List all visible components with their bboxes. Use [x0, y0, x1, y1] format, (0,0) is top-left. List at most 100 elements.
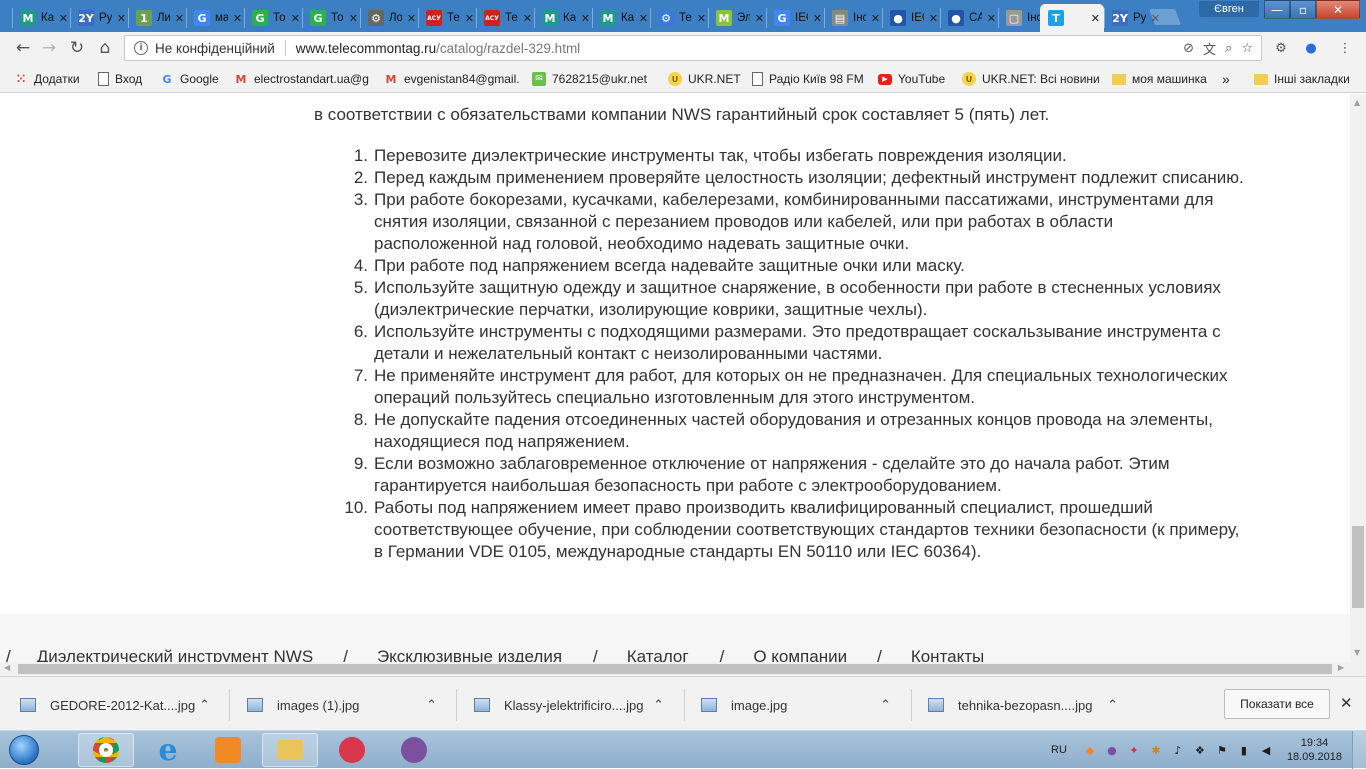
address-bar[interactable]: i Не конфіденційний www.telecommontag.ru…: [124, 35, 1262, 61]
tab-close-icon[interactable]: ✕: [1091, 12, 1100, 25]
taskbar-file-explorer[interactable]: [262, 733, 318, 767]
tab[interactable]: ▤ Інс ✕: [824, 4, 884, 32]
tab[interactable]: M Как ✕: [534, 4, 594, 32]
tab-close-icon[interactable]: ✕: [175, 12, 184, 25]
scroll-right-arrow-icon[interactable]: ▶: [1338, 663, 1344, 672]
download-options-caret-icon[interactable]: ⌃: [199, 698, 210, 713]
extension-dot-icon[interactable]: ●: [1302, 39, 1320, 57]
tab-close-icon[interactable]: ✕: [233, 12, 242, 25]
url-path[interactable]: /catalog/razdel-329.html: [436, 41, 580, 56]
tab[interactable]: G IEC ✕: [766, 4, 826, 32]
taskbar-media-player[interactable]: [200, 733, 256, 767]
tab[interactable]: G Тон ✕: [244, 4, 304, 32]
bookmark-vkhod[interactable]: Вход: [98, 70, 142, 88]
tab-close-icon[interactable]: ✕: [639, 12, 648, 25]
tab-close-icon[interactable]: ✕: [755, 12, 764, 25]
zoom-icon[interactable]: ⌕: [1225, 41, 1232, 56]
bookmark-google[interactable]: G Google: [160, 70, 218, 88]
horizontal-scrollbar[interactable]: ◀ ▶: [0, 662, 1350, 676]
volume-icon[interactable]: ♪: [1171, 743, 1185, 757]
tray-app-icon[interactable]: ✱: [1149, 743, 1163, 757]
bookmark-other[interactable]: Інші закладки: [1254, 70, 1350, 88]
tab[interactable]: ● IEC ✕: [882, 4, 942, 32]
clock[interactable]: 19:34 18.09.2018: [1287, 736, 1342, 764]
bookmark-ukr-net-news[interactable]: U UKR.NET: Всі новини: [962, 70, 1100, 88]
download-item[interactable]: tehnika-bezopasn....jpg ⌃: [908, 691, 1118, 719]
tab-close-icon[interactable]: ✕: [871, 12, 880, 25]
taskbar-internet-explorer[interactable]: e: [140, 733, 196, 768]
network-icon[interactable]: ▮: [1237, 743, 1251, 757]
tab-close-icon[interactable]: ✕: [581, 12, 590, 25]
tab[interactable]: G Тон ✕: [302, 4, 362, 32]
close-downloads-icon[interactable]: ✕: [1340, 694, 1353, 712]
scroll-left-arrow-icon[interactable]: ◀: [4, 663, 10, 672]
taskbar-chrome[interactable]: [78, 733, 134, 767]
bookmark-folder-moya-mashinka[interactable]: моя машинка: [1112, 70, 1207, 88]
download-options-caret-icon[interactable]: ⌃: [880, 698, 891, 713]
minimize-button[interactable]: —: [1264, 0, 1290, 19]
download-item[interactable]: Klassy-jelektrificiro....jpg ⌃: [454, 691, 664, 719]
taskbar-viber[interactable]: [386, 733, 442, 767]
tab[interactable]: M Эле ✕: [708, 4, 768, 32]
scroll-down-arrow-icon[interactable]: ▼: [1354, 648, 1360, 657]
scroll-up-arrow-icon[interactable]: ▲: [1354, 98, 1360, 107]
show-all-downloads-button[interactable]: Показати все: [1224, 689, 1330, 719]
bookmark-evgenistan[interactable]: M evgenistan84@gmail.: [384, 70, 520, 88]
tab[interactable]: АСУ Тех ✕: [418, 4, 478, 32]
taskbar-lips-app[interactable]: [324, 733, 380, 767]
tab[interactable]: ● CAT ✕: [940, 4, 1000, 32]
show-desktop-button[interactable]: [1352, 731, 1366, 769]
tab[interactable]: 1 Лис ✕: [128, 4, 188, 32]
tab-close-icon[interactable]: ✕: [697, 12, 706, 25]
tab-close-icon[interactable]: ✕: [987, 12, 996, 25]
vertical-scroll-thumb[interactable]: [1352, 526, 1364, 608]
horizontal-scroll-thumb[interactable]: [18, 664, 1332, 674]
tab[interactable]: Gма ✕: [186, 4, 246, 32]
tab[interactable]: M Как ✕: [12, 4, 72, 32]
language-indicator[interactable]: RU: [1051, 744, 1067, 756]
tab-close-icon[interactable]: ✕: [291, 12, 300, 25]
bookmarks-overflow-button[interactable]: »: [1222, 70, 1230, 88]
close-window-button[interactable]: ✕: [1316, 0, 1360, 19]
back-button[interactable]: ←: [12, 37, 34, 59]
tab-close-icon[interactable]: ✕: [349, 12, 358, 25]
vertical-scrollbar[interactable]: ▲ ▼: [1350, 94, 1366, 676]
bookmark-youtube[interactable]: ▶ YouTube: [878, 70, 945, 88]
maximize-button[interactable]: ▫: [1290, 0, 1316, 19]
menu-icon[interactable]: ⋮: [1336, 39, 1354, 57]
info-icon[interactable]: i: [134, 41, 148, 55]
extension-gear-icon[interactable]: ⚙: [1272, 39, 1290, 57]
download-options-caret-icon[interactable]: ⌃: [426, 698, 437, 713]
translate-icon[interactable]: 文: [1203, 39, 1216, 58]
forward-button[interactable]: →: [38, 37, 60, 59]
volume-speaker-icon[interactable]: ◀: [1259, 743, 1273, 757]
tab-close-icon[interactable]: ✕: [813, 12, 822, 25]
download-item[interactable]: GEDORE-2012-Kat....jpg ⌃: [0, 691, 210, 719]
home-button[interactable]: ⌂: [94, 37, 116, 59]
download-item[interactable]: images (1).jpg ⌃: [227, 691, 437, 719]
tab[interactable]: ⚙ Лог ✕: [360, 4, 420, 32]
download-options-caret-icon[interactable]: ⌃: [1107, 698, 1118, 713]
tab[interactable]: АСУ Тех ✕: [476, 4, 536, 32]
tab-close-icon[interactable]: ✕: [523, 12, 532, 25]
tab[interactable]: ⚙ Тех ✕: [650, 4, 710, 32]
bookmark-apps[interactable]: ⁙ Додатки: [14, 70, 80, 88]
tab-close-icon[interactable]: ✕: [465, 12, 474, 25]
download-item[interactable]: image.jpg ⌃: [681, 691, 891, 719]
tab-close-icon[interactable]: ✕: [407, 12, 416, 25]
url-host[interactable]: www.telecommontag.ru: [296, 41, 436, 56]
cookie-blocked-icon[interactable]: ⊘: [1183, 41, 1194, 56]
security-label[interactable]: Не конфіденційний: [155, 41, 275, 56]
tab-close-icon[interactable]: ✕: [59, 12, 68, 25]
tab-active[interactable]: T ✕: [1040, 4, 1104, 32]
download-options-caret-icon[interactable]: ⌃: [653, 698, 664, 713]
tray-app-icon[interactable]: ◆: [1083, 743, 1097, 757]
reload-button[interactable]: ↻: [66, 37, 88, 59]
bookmark-star-icon[interactable]: ☆: [1241, 41, 1253, 56]
tray-app-icon[interactable]: ✦: [1127, 743, 1141, 757]
bookmark-ukr-mail[interactable]: ✉ 7628215@ukr.net: [532, 70, 647, 88]
dropbox-icon[interactable]: ❖: [1193, 743, 1207, 757]
bookmark-ukr-net[interactable]: U UKR.NET: [668, 70, 741, 88]
tab-close-icon[interactable]: ✕: [117, 12, 126, 25]
action-center-flag-icon[interactable]: ⚑: [1215, 743, 1229, 757]
